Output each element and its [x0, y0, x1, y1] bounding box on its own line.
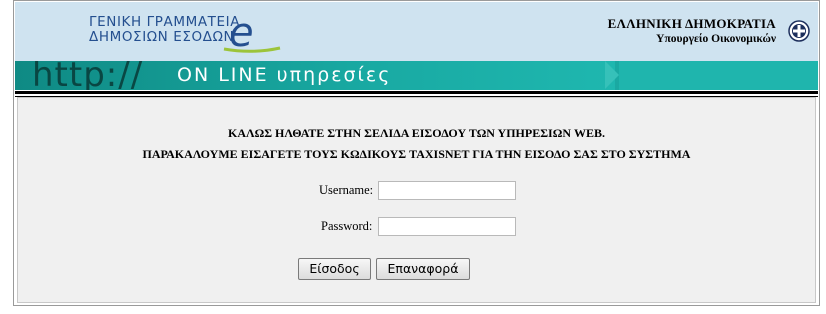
username-label: Username:: [319, 183, 374, 197]
site-header: ΓΕΝΙΚΗ ΓΡΑΜΜΑΤΕΙΑ ΔΗΜΟΣΙΩΝ ΕΣΟΔΩΝ e ΕΛΛΗ…: [15, 2, 818, 61]
state-title: ΕΛΛΗΝΙΚΗ ΔΗΜΟΚΡΑΤΙΑ Υπουργείο Οικονομικώ…: [608, 16, 776, 46]
password-label: Password:: [321, 219, 373, 233]
banner-arrow-icon: [605, 61, 619, 89]
header-divider: [15, 91, 818, 94]
org-name-line1: ΓΕΝΙΚΗ ΓΡΑΜΜΑΤΕΙΑ: [89, 14, 241, 30]
username-input[interactable]: [378, 181, 517, 200]
instructions-message: ΠΑΡΑΚΑΛΟΥΜΕ ΕΙΣΑΓΕΤΕ ΤΟΥΣ ΚΩΔΙΚΟΥΣ TAXIS…: [142, 147, 691, 161]
banner-http-text: http://: [32, 61, 144, 90]
reset-button[interactable]: Επαναφορά: [376, 258, 470, 280]
username-row: Username:: [319, 181, 517, 200]
state-title-line1: ΕΛΛΗΝΙΚΗ ΔΗΜΟΚΡΑΤΙΑ: [607, 16, 776, 31]
online-services-banner: http:// ON LINE υπηρεσίες: [15, 61, 818, 90]
e-logo-icon: e: [223, 14, 281, 54]
login-panel: ΚΑΛΩΣ ΗΛΘΑΤΕ ΣΤΗΝ ΣΕΛΙΔΑ ΕΙΣΟΔΟΥ ΤΩΝ ΥΠΗ…: [17, 97, 816, 303]
login-button[interactable]: Είσοδος: [298, 258, 371, 280]
password-input[interactable]: [377, 217, 516, 236]
welcome-message: ΚΑΛΩΣ ΗΛΘΑΤΕ ΣΤΗΝ ΣΕΛΙΔΑ ΕΙΣΟΔΟΥ ΤΩΝ ΥΠΗ…: [228, 126, 605, 140]
page-frame: ΓΕΝΙΚΗ ΓΡΑΜΜΑΤΕΙΑ ΔΗΜΟΣΙΩΝ ΕΣΟΔΩΝ e ΕΛΛΗ…: [13, 0, 820, 306]
password-row: Password:: [321, 217, 516, 236]
e-logo-letter: e: [229, 14, 254, 54]
org-name-line2: ΔΗΜΟΣΙΩΝ ΕΣΟΔΩΝ: [89, 29, 235, 45]
banner-online-text: ON LINE υπηρεσίες: [177, 64, 392, 86]
org-name: ΓΕΝΙΚΗ ΓΡΑΜΜΑΤΕΙΑ ΔΗΜΟΣΙΩΝ ΕΣΟΔΩΝ: [89, 15, 240, 45]
ministry-name: Υπουργείο Οικονομικών: [656, 33, 776, 45]
greek-state-emblem-icon: [788, 20, 810, 42]
